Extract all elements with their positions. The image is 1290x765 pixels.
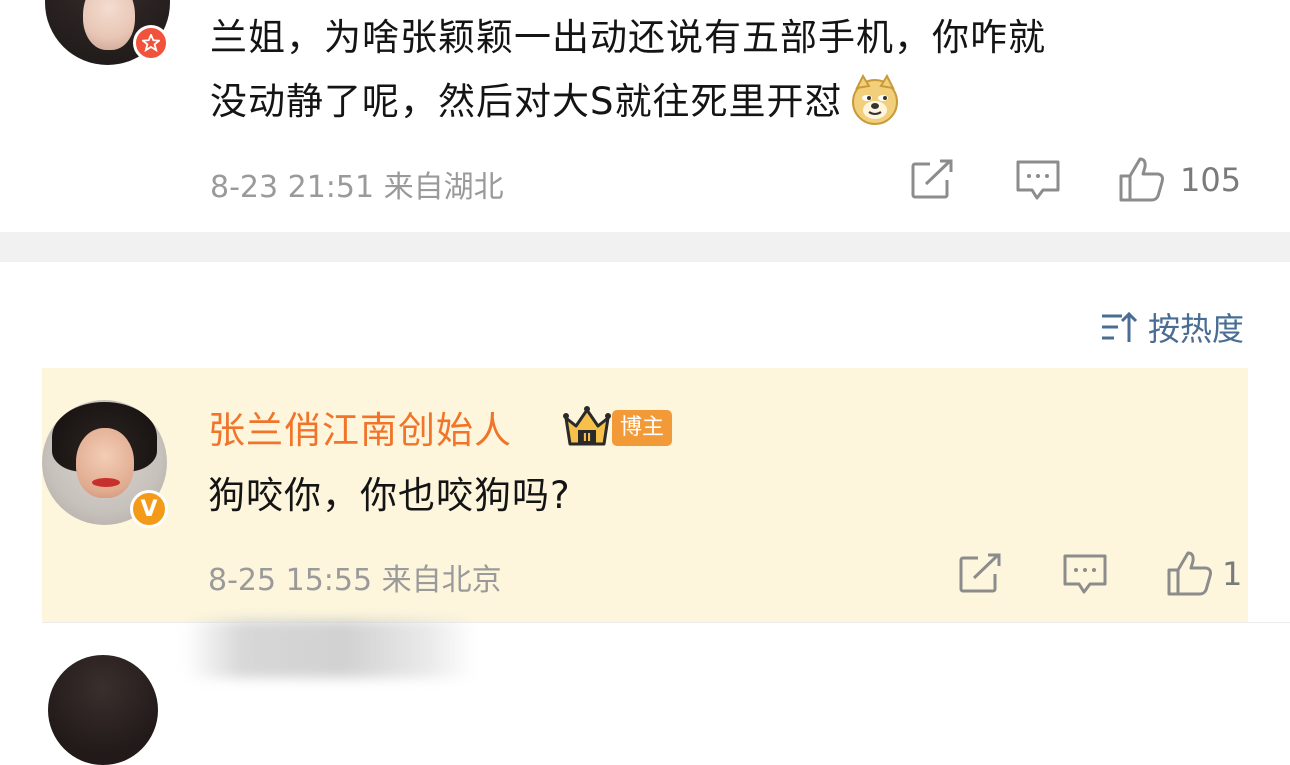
doge-emoji-icon bbox=[849, 73, 901, 126]
avatar-face bbox=[76, 428, 134, 498]
next-commenter-avatar[interactable] bbox=[48, 655, 158, 765]
comment-text-line2-wrap: 没动静了呢，然后对大S就往死里开怼 bbox=[210, 72, 901, 132]
reply-like-button[interactable]: 1 bbox=[1166, 550, 1242, 598]
reply-share-button[interactable] bbox=[958, 552, 1004, 594]
reply-location: 来自北京 bbox=[381, 563, 502, 598]
reply-comment-button[interactable] bbox=[1062, 552, 1108, 596]
avatar-lips bbox=[92, 478, 120, 487]
share-icon bbox=[959, 552, 1004, 593]
thumbs-up-icon bbox=[1167, 551, 1212, 596]
comment-location: 来自湖北 bbox=[383, 170, 504, 205]
comment-time: 8-23 21:51 bbox=[210, 170, 375, 205]
reply-text: 狗咬你，你也咬狗吗? bbox=[208, 474, 571, 517]
reply-time: 8-25 15:55 bbox=[208, 563, 373, 598]
comment-icon bbox=[1063, 554, 1107, 594]
crown-level: II bbox=[583, 431, 591, 444]
blogger-tag: 博主 bbox=[612, 410, 673, 446]
reply-meta: 8-25 15:55 来自北京 bbox=[208, 555, 502, 599]
section-divider bbox=[0, 232, 1290, 262]
like-button[interactable]: 105 bbox=[1118, 156, 1241, 204]
comment-text-line1: 兰姐，为啥张颖颖一出动还说有五部手机，你咋就 bbox=[210, 16, 1046, 59]
sort-label: 按热度 bbox=[1147, 310, 1244, 348]
avatar-face bbox=[83, 0, 135, 50]
comment-meta: 8-23 21:51 来自湖北 bbox=[210, 162, 504, 206]
share-icon bbox=[911, 158, 956, 199]
thumbs-up-icon bbox=[1119, 157, 1164, 202]
verified-badge-icon: V bbox=[130, 490, 168, 528]
share-button[interactable] bbox=[910, 158, 956, 200]
sort-by-hot-button[interactable]: 按热度 bbox=[1100, 304, 1244, 350]
member-badge-icon bbox=[133, 25, 169, 61]
reply-like-count: 1 bbox=[1222, 555, 1243, 593]
blurred-username bbox=[185, 620, 475, 678]
crown-level-icon: II bbox=[562, 404, 612, 452]
sort-icon bbox=[1101, 311, 1138, 342]
comment-text-line2: 没动静了呢，然后对大S就往死里开怼 bbox=[210, 80, 843, 123]
comment-icon bbox=[1016, 160, 1060, 200]
comment-button[interactable] bbox=[1015, 158, 1061, 202]
blogger-username[interactable]: 张兰俏江南创始人 bbox=[208, 400, 512, 454]
like-count: 105 bbox=[1180, 161, 1242, 199]
